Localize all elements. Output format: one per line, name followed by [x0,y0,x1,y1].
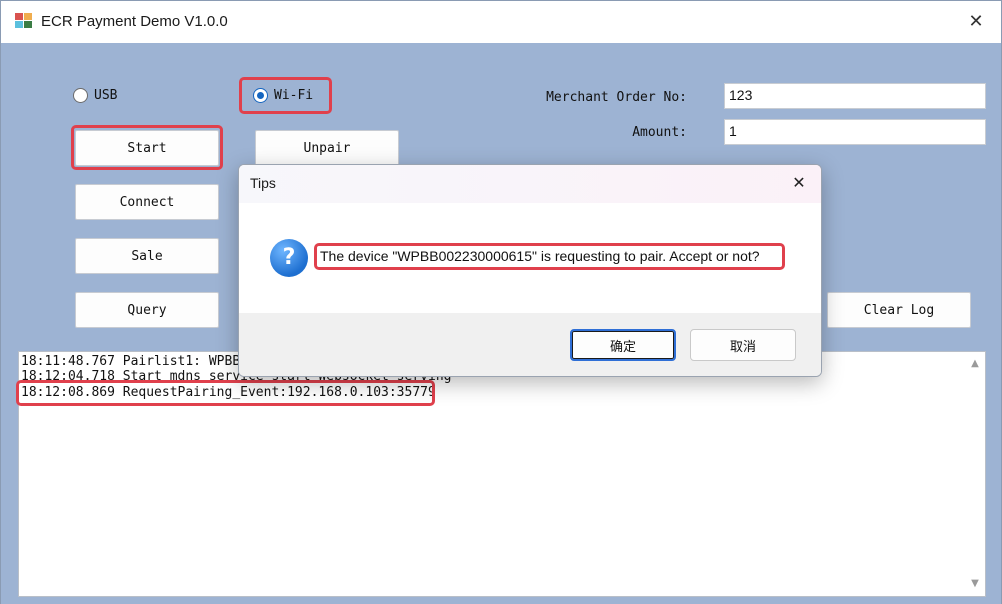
start-button[interactable]: Start [75,130,219,166]
scroll-up-icon[interactable]: ▲ [969,358,981,370]
dialog-message: The device "WPBB002230000615" is request… [320,248,760,264]
usb-radio-circle[interactable] [73,88,88,103]
dialog-footer: 确定 取消 [239,313,821,376]
merchant-order-input[interactable]: 123 [724,83,986,109]
wifi-radio-label: Wi-Fi [274,88,314,103]
app-window: ECR Payment Demo V1.0.0 ✕ USB Wi-Fi Star… [0,0,1002,604]
cancel-button[interactable]: 取消 [690,329,796,361]
usb-radio-label: USB [94,88,118,103]
tips-dialog: Tips ✕ ? The device "WPBB002230000615" i… [238,164,822,377]
ok-button[interactable]: 确定 [570,329,676,361]
amount-input[interactable]: 1 [724,119,986,145]
dialog-title-bar: Tips ✕ [239,165,821,203]
amount-label: Amount: [632,125,687,140]
window-title: ECR Payment Demo V1.0.0 [41,13,228,30]
wifi-radio-circle[interactable] [253,88,268,103]
usb-radio[interactable]: USB [73,88,117,103]
window-close-icon[interactable]: ✕ [963,9,989,35]
wifi-radio[interactable]: Wi-Fi [253,88,313,103]
log-highlight [16,380,435,406]
dialog-title: Tips [250,175,276,191]
scroll-down-icon[interactable]: ▼ [969,578,981,590]
merchant-order-label: Merchant Order No: [546,90,687,105]
title-bar: ECR Payment Demo V1.0.0 ✕ [1,1,1001,43]
dialog-close-icon[interactable]: ✕ [787,171,811,195]
clear-log-button[interactable]: Clear Log [827,292,971,328]
app-icon [15,13,33,29]
sale-button[interactable]: Sale [75,238,219,274]
unpair-button[interactable]: Unpair [255,130,399,166]
question-icon: ? [270,239,308,277]
dialog-body: ? The device "WPBB002230000615" is reque… [239,203,821,313]
connect-button[interactable]: Connect [75,184,219,220]
log-line: 18:11:48.767 Pairlist1: WPBBO [21,354,248,369]
query-button[interactable]: Query [75,292,219,328]
